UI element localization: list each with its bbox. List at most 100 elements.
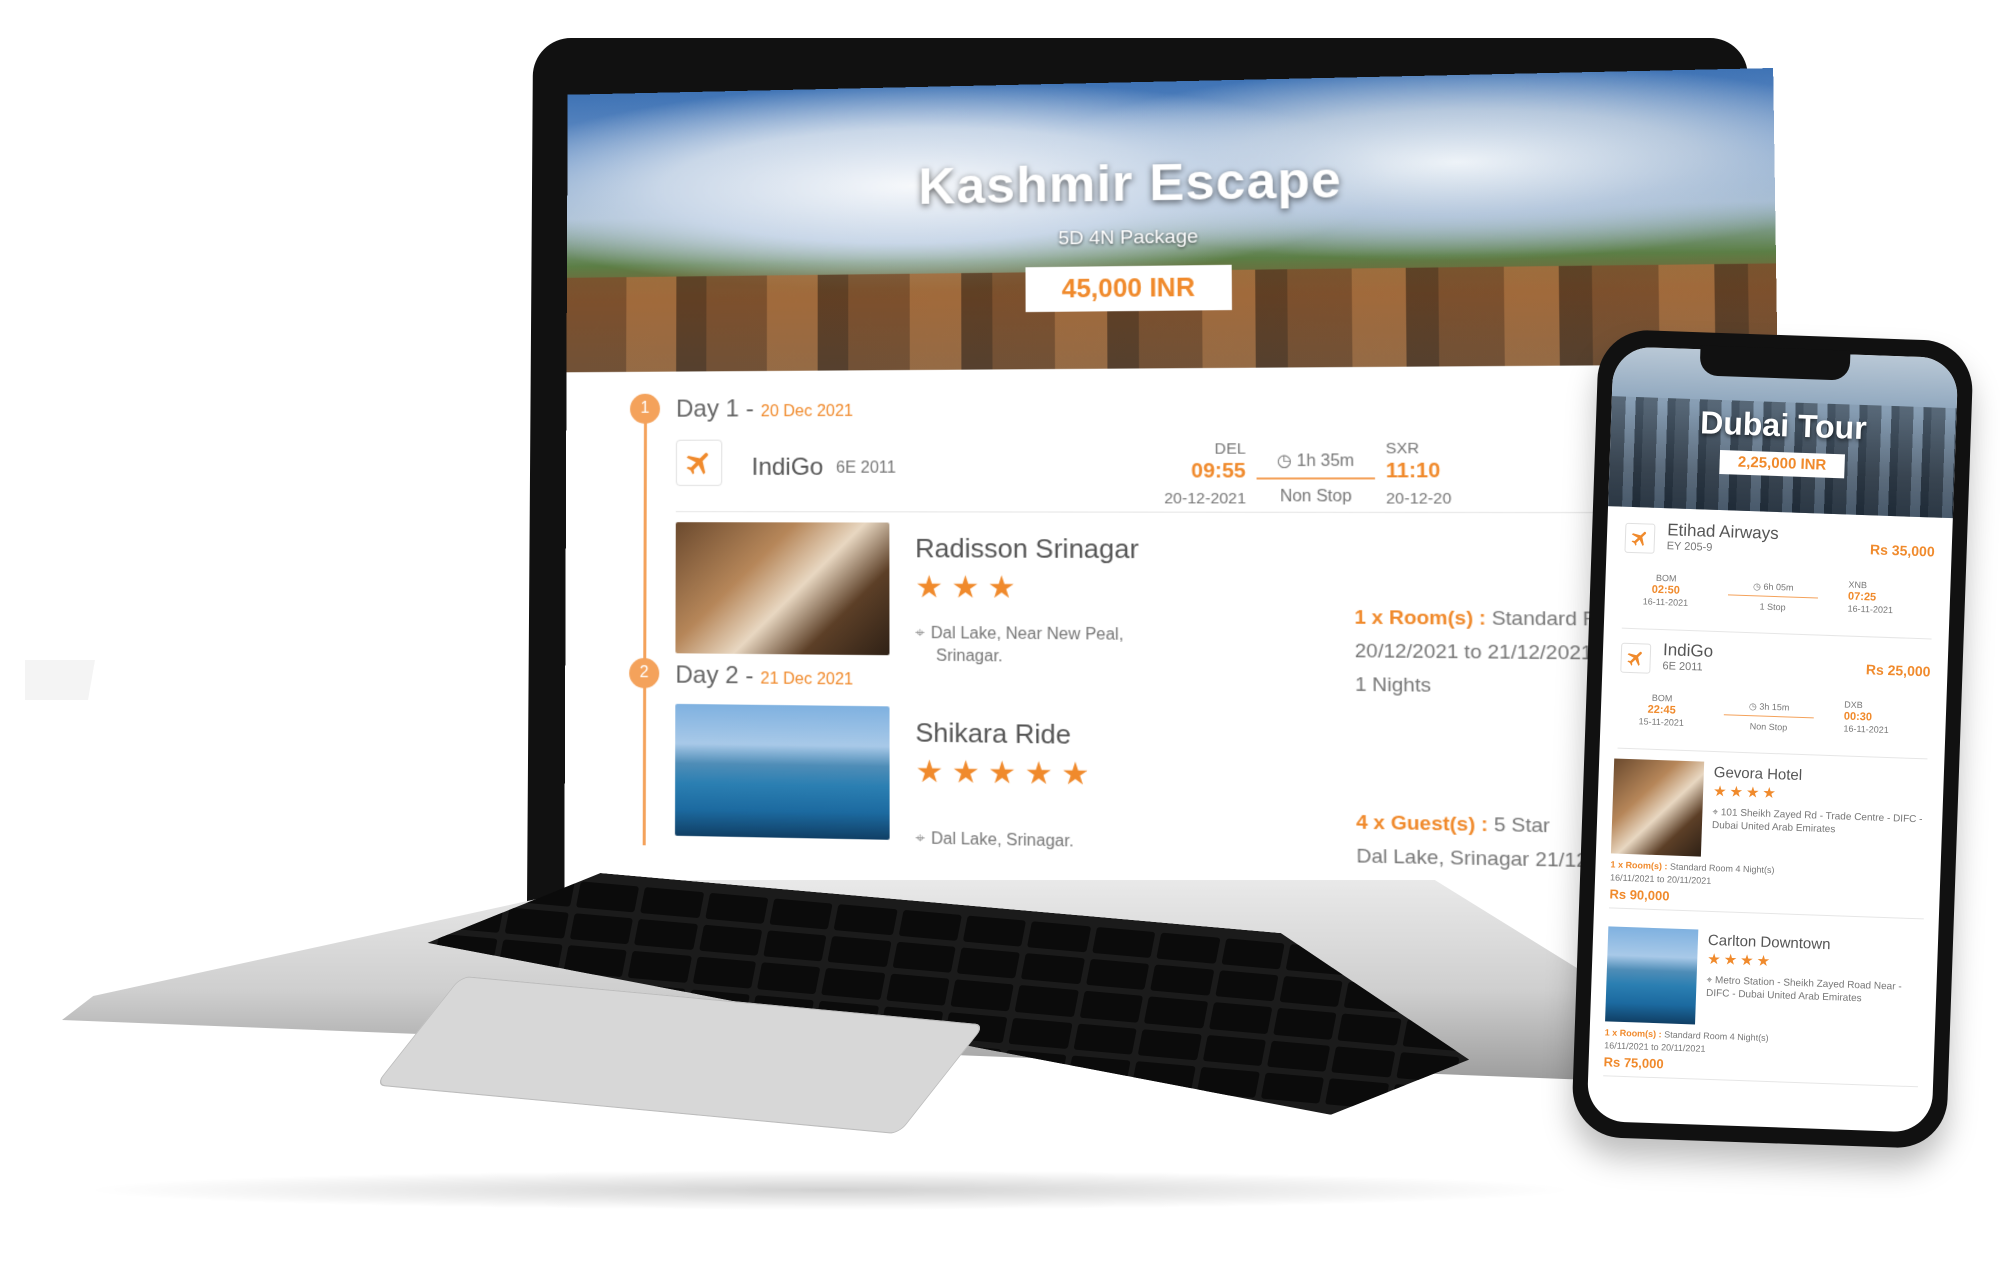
duration-text: 3h 15m <box>1759 701 1790 713</box>
stops-text: 1 Stop <box>1759 601 1786 613</box>
departure-time: 09:55 <box>1191 459 1246 483</box>
timeline-line <box>642 421 647 846</box>
decorative-shape <box>25 660 95 700</box>
room-info: Standard Room 4 Night(s) <box>1663 1029 1769 1044</box>
phone-flight-card[interactable]: IndiGo 6E 2011 Rs 25,000 BOM 22:45 15-11… <box>1617 638 1932 760</box>
phone-hotel-address: ⌖ 101 Sheikh Zayed Rd - Trade Centre - D… <box>1712 806 1928 839</box>
departure-date: 16-11-2021 <box>1642 596 1689 608</box>
hotel-nights: 1 Nights <box>1354 674 1432 697</box>
room-count: 1 x Room(s) : <box>1610 859 1668 872</box>
phone-flight-card[interactable]: Etihad Airways EY 205-9 Rs 35,000 BOM 02… <box>1621 518 1936 640</box>
phone-flight-number: EY 205-9 <box>1666 540 1713 554</box>
phone-hotel-image <box>1610 758 1705 857</box>
hotel-dates: 16/11/2021 to 20/11/2021 <box>1604 1040 1706 1054</box>
arrival-date: 16-11-2021 <box>1843 723 1889 736</box>
duration-bar <box>1256 477 1376 480</box>
phone-hotel-address-text: 101 Sheikh Zayed Rd - Trade Centre - DIF… <box>1711 807 1923 836</box>
duration-text: 6h 05m <box>1763 581 1794 593</box>
flight-duration: ◷ 1h 35m Non Stop <box>1256 450 1376 506</box>
duration-text: 1h 35m <box>1296 452 1355 471</box>
departure-code: DEL <box>1214 440 1246 458</box>
phone-hotel-stars: ★★★★ <box>1706 950 1774 971</box>
room-info: Standard Room 4 Night(s) <box>1669 861 1775 876</box>
day-2-title: Day 2 - <box>675 661 754 690</box>
stops-text: Non Stop <box>1279 487 1352 506</box>
departure-date: 15-11-2021 <box>1638 716 1685 728</box>
arrival-code: DXB <box>1844 699 1863 711</box>
arrival-date: 20-12-20 <box>1385 489 1452 508</box>
phone-screen: Dubai Tour 2,25,000 INR Etihad Airways E… <box>1586 346 1959 1133</box>
phone-arrival: XNB 07:25 16-11-2021 <box>1847 579 1894 617</box>
location-pin-icon: ⌖ <box>915 830 925 848</box>
departure-code: BOM <box>1655 572 1677 584</box>
package-title: Kashmir Escape <box>918 150 1343 216</box>
phone-departure: BOM 02:50 16-11-2021 <box>1643 571 1690 609</box>
phone-hotel-address-text: Metro Station - Sheikh Zayed Road Near -… <box>1705 975 1902 1005</box>
phone-hotel-address: ⌖ Metro Station - Sheikh Zayed Road Near… <box>1706 974 1922 1007</box>
departure-date: 20-12-2021 <box>1164 489 1247 508</box>
departure-time: 02:50 <box>1651 583 1681 597</box>
package-subtitle: 5D 4N Package <box>1058 226 1199 250</box>
phone-airline-name: IndiGo <box>1662 640 1714 661</box>
day-2-date: 21 Dec 2021 <box>760 670 854 689</box>
phone-hotel-card[interactable]: Carlton Downtown ★★★★ ⌖ Metro Station - … <box>1603 926 1924 1088</box>
hotel-stars: ★★★ <box>915 570 1025 605</box>
phone-hotel-stars: ★★★★ <box>1712 782 1780 803</box>
departure-code: BOM <box>1651 692 1673 704</box>
departure-time: 22:45 <box>1647 703 1676 717</box>
arrival-time: 11:10 <box>1385 459 1441 483</box>
arrival-code: XNB <box>1848 579 1868 591</box>
departure: DEL 09:55 20-12-2021 <box>1161 440 1247 508</box>
phone-flight-price: Rs 35,000 <box>1869 541 1935 560</box>
hotel-name[interactable]: Radisson Srinagar <box>915 533 1139 566</box>
airline-name: IndiGo <box>751 453 824 481</box>
activity-address: ⌖ Dal Lake, Srinagar. <box>916 828 1168 856</box>
hotel-image[interactable] <box>675 522 890 656</box>
location-pin-icon: ⌖ <box>915 624 925 643</box>
clock-icon: ◷ <box>1752 581 1762 592</box>
duration-bar <box>1728 594 1818 599</box>
plane-icon <box>1624 522 1656 554</box>
activity-name[interactable]: Shikara Ride <box>915 717 1071 751</box>
phone-flight-duration: ◷ 3h 15m Non Stop <box>1723 700 1814 733</box>
day-1-label: Day 1 - 20 Dec 2021 <box>676 395 853 424</box>
plane-icon <box>1620 642 1652 674</box>
activity-image[interactable] <box>674 703 890 840</box>
arrival-time: 00:30 <box>1843 710 1873 724</box>
hotel-dates: 20/12/2021 to 21/12/2021 <box>1354 640 1593 665</box>
phone-flight-price: Rs 25,000 <box>1865 661 1931 680</box>
guest-count: 4 x Guest(s) : <box>1356 811 1489 837</box>
flight-number: 6E 2011 <box>836 459 896 477</box>
day-2-label: Day 2 - 21 Dec 2021 <box>675 661 853 691</box>
phone-flight-number: 6E 2011 <box>1662 660 1703 674</box>
phone-package-price: 2,25,000 INR <box>1719 449 1845 479</box>
duration-bar <box>1723 714 1814 719</box>
hotel-address-line2: Srinagar. <box>935 647 1003 666</box>
phone-departure: BOM 22:45 15-11-2021 <box>1638 691 1685 729</box>
phone-package-title: Dubai Tour <box>1699 404 1868 447</box>
arrival-date: 16-11-2021 <box>1847 603 1894 616</box>
arrival-time: 07:25 <box>1847 590 1877 604</box>
day-2-marker: 2 <box>629 657 660 689</box>
phone-hotel-price: Rs 75,000 <box>1603 1054 1664 1072</box>
activity-rating: 5 Star <box>1493 814 1551 838</box>
activity-stars: ★★★★★ <box>915 754 1099 792</box>
floor-shadow <box>80 1170 1580 1210</box>
phone-notch <box>1699 345 1851 381</box>
room-count: 1 x Room(s) : <box>1604 1027 1662 1040</box>
phone-arrival: DXB 00:30 16-11-2021 <box>1843 698 1890 736</box>
hotel-address-line1: Dal Lake, Near New Peal, <box>930 624 1124 644</box>
room-count: 1 x Room(s) : <box>1354 606 1487 630</box>
day-1-marker: 1 <box>629 393 661 424</box>
day-1-date: 20 Dec 2021 <box>760 402 854 421</box>
hotel-dates: 16/11/2021 to 20/11/2021 <box>1609 872 1712 886</box>
arrival-code: SXR <box>1385 439 1420 458</box>
phone-flight-duration: ◷ 6h 05m 1 Stop <box>1727 580 1818 613</box>
stops-text: Non Stop <box>1749 721 1788 733</box>
phone-hotel-price: Rs 90,000 <box>1609 886 1670 904</box>
plane-icon <box>675 439 723 486</box>
phone-hotel-image <box>1605 926 1699 1025</box>
phone-hotel-card[interactable]: Gevora Hotel ★★★★ ⌖ 101 Sheikh Zayed Rd … <box>1609 758 1930 920</box>
phone-hotel-name: Gevora Hotel <box>1713 763 1803 785</box>
hotel-address: ⌖ Dal Lake, Near New Peal, Srinagar. <box>915 623 1167 670</box>
